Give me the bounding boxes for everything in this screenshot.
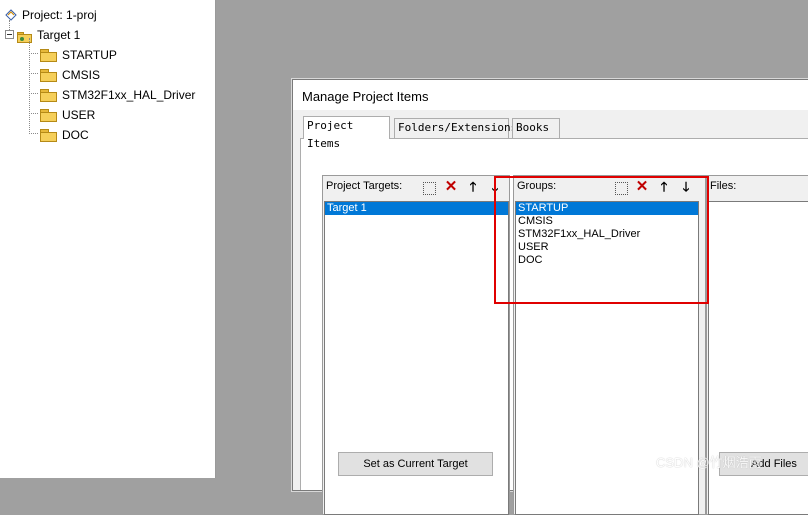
tree-group-label: CMSIS	[62, 67, 101, 82]
dialog-title: Manage Project Items	[302, 89, 429, 104]
project-targets-label: Project Targets:	[326, 180, 403, 192]
tree-group-user[interactable]: USER	[40, 104, 95, 124]
group-list-item[interactable]: STARTUP	[516, 202, 698, 215]
tree-group-label: DOC	[62, 127, 89, 142]
group-list-item[interactable]: STM32F1xx_HAL_Driver	[516, 228, 698, 241]
folder-icon	[40, 108, 57, 122]
tree-group-startup[interactable]: STARTUP	[40, 44, 117, 64]
tree-group-doc[interactable]: DOC	[40, 124, 89, 144]
group-list-item[interactable]: DOC	[516, 254, 698, 267]
tree-target-1[interactable]: Target 1	[5, 24, 80, 44]
new-group-button[interactable]	[612, 179, 628, 195]
dialog-titlebar[interactable]: Manage Project Items	[293, 80, 808, 110]
move-target-up-button[interactable]: 🡑	[465, 179, 481, 195]
delete-icon: ✕	[444, 178, 458, 195]
tab-folders-extensions[interactable]: Folders/Extensions	[394, 118, 517, 138]
files-label: Files:	[710, 180, 737, 192]
group-list-item[interactable]: USER	[516, 241, 698, 254]
tree-group-label: STM32F1xx_HAL_Driver	[62, 87, 196, 102]
set-current-target-button[interactable]: Set as Current Target	[338, 452, 493, 476]
move-group-up-button[interactable]: 🡑	[656, 179, 672, 195]
move-up-icon: 🡑	[469, 179, 477, 194]
tab-content: Project Targets: ✕ 🡑 🡓 Target 1 Groups: …	[300, 138, 808, 515]
project-root[interactable]: Project: 1-proj	[4, 4, 97, 24]
target-label: Target 1	[37, 27, 81, 42]
move-down-icon: 🡓	[682, 179, 690, 194]
new-icon	[422, 181, 436, 195]
target-icon	[17, 29, 33, 43]
tree-group-label: USER	[62, 107, 96, 122]
project-root-label: Project: 1-proj	[22, 7, 97, 22]
new-icon	[614, 181, 628, 195]
project-icon	[4, 8, 18, 22]
tab-books[interactable]: Books	[512, 118, 560, 138]
move-down-icon: 🡓	[491, 179, 499, 194]
folder-icon	[40, 128, 57, 142]
folder-icon	[40, 68, 57, 82]
manage-project-items-dialog: Manage Project Items Project Items Folde…	[292, 79, 808, 515]
delete-group-button[interactable]: ✕	[634, 179, 650, 195]
tree-group-label: STARTUP	[62, 47, 117, 62]
collapse-icon[interactable]	[5, 30, 14, 40]
folder-icon	[40, 88, 57, 102]
delete-icon: ✕	[635, 178, 649, 195]
move-group-down-button[interactable]: 🡓	[678, 179, 694, 195]
move-target-down-button[interactable]: 🡓	[487, 179, 503, 195]
folder-icon	[40, 48, 57, 62]
target-list-item[interactable]: Target 1	[325, 202, 508, 215]
tree-group-cmsis[interactable]: CMSIS	[40, 64, 100, 84]
groups-label: Groups:	[517, 180, 557, 192]
tree-group-hal-driver[interactable]: STM32F1xx_HAL_Driver	[40, 84, 195, 104]
watermark: CSDN @竹烟浩雨	[656, 455, 762, 470]
project-panel: Project: 1-proj Target 1 STARTUP CMSIS S…	[0, 0, 216, 478]
delete-target-button[interactable]: ✕	[443, 179, 459, 195]
new-target-button[interactable]	[420, 179, 436, 195]
move-up-icon: 🡑	[660, 179, 668, 194]
tab-project-items[interactable]: Project Items	[303, 116, 390, 150]
group-list-item[interactable]: CMSIS	[516, 215, 698, 228]
